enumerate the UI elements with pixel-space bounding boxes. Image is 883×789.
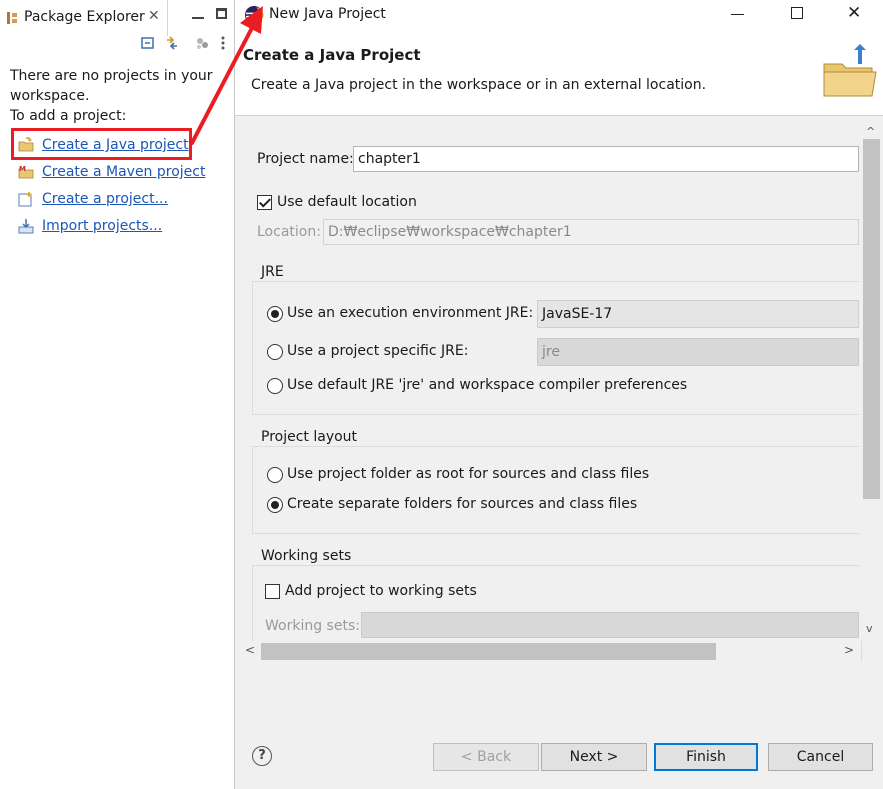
project-specific-jre-select[interactable]: jre xyxy=(537,338,859,366)
project-name-input[interactable]: chapter1 xyxy=(353,146,859,172)
horizontal-scrollbar[interactable]: < > xyxy=(235,641,859,662)
working-sets-group-title: Working sets xyxy=(261,548,356,564)
package-explorer-icon xyxy=(7,12,17,24)
new-project-icon xyxy=(18,192,32,207)
default-jre-label: Use default JRE 'jre' and workspace comp… xyxy=(287,377,688,393)
project-root-radio[interactable] xyxy=(267,467,283,483)
jre-group-title: JRE xyxy=(261,264,288,280)
maven-project-icon: M xyxy=(18,165,34,179)
vertical-scroll-thumb[interactable] xyxy=(863,139,880,499)
location-label: Location: xyxy=(257,224,321,240)
separate-folders-radio[interactable] xyxy=(267,497,283,513)
help-icon[interactable]: ? xyxy=(252,746,272,766)
minimize-icon[interactable] xyxy=(731,14,744,15)
wizard-button-bar: ? < Back Next > Finish Cancel xyxy=(235,662,883,789)
package-explorer-tabbar: Package Explorer ✕ xyxy=(0,0,234,36)
link-with-editor-icon[interactable] xyxy=(164,35,180,51)
scroll-down-icon[interactable]: v xyxy=(866,622,873,635)
view-menu-icon[interactable] xyxy=(220,35,226,51)
maximize-icon[interactable] xyxy=(216,8,227,19)
message-line: workspace. xyxy=(10,88,90,104)
scroll-right-icon[interactable]: > xyxy=(844,643,854,657)
package-explorer-title: Package Explorer xyxy=(24,9,145,25)
project-layout-group xyxy=(252,446,862,534)
scroll-left-icon[interactable]: < xyxy=(245,643,255,657)
eclipse-icon xyxy=(245,6,264,24)
vertical-scrollbar[interactable]: ^ v xyxy=(859,117,883,641)
next-button[interactable]: Next > xyxy=(541,743,647,771)
new-java-project-dialog: New Java Project ✕ Create a Java Project… xyxy=(235,0,883,789)
dialog-title: New Java Project xyxy=(269,6,386,22)
project-specific-jre-label: Use a project specific JRE: xyxy=(287,343,469,359)
back-button[interactable]: < Back xyxy=(433,743,539,771)
add-to-working-sets-checkbox[interactable] xyxy=(265,584,280,599)
dialog-titlebar: New Java Project ✕ xyxy=(235,0,883,30)
annotation-highlight-box xyxy=(11,128,192,160)
project-layout-group-title: Project layout xyxy=(261,429,362,445)
link-label[interactable]: Import projects... xyxy=(42,215,162,237)
java-project-wizard-icon xyxy=(823,44,877,97)
exec-env-select[interactable]: JavaSE-17 xyxy=(537,300,859,328)
working-sets-select[interactable] xyxy=(361,612,859,638)
package-explorer-tab[interactable]: Package Explorer ✕ xyxy=(0,0,168,36)
message-line: There are no projects in your xyxy=(10,68,213,84)
filter-icon[interactable] xyxy=(194,35,210,51)
exec-env-jre-radio[interactable] xyxy=(267,306,283,322)
maximize-icon[interactable] xyxy=(791,7,803,19)
svg-text:M: M xyxy=(19,165,26,173)
finish-button[interactable]: Finish xyxy=(654,743,758,771)
wizard-page: Project name: chapter1 Use default locat… xyxy=(235,117,883,662)
cancel-button[interactable]: Cancel xyxy=(768,743,873,771)
close-icon[interactable]: ✕ xyxy=(148,8,160,24)
default-jre-radio[interactable] xyxy=(267,378,283,394)
horizontal-scroll-thumb[interactable] xyxy=(261,643,716,660)
message-line: To add a project: xyxy=(10,108,127,124)
separate-folders-label: Create separate folders for sources and … xyxy=(287,496,638,512)
import-icon xyxy=(18,219,34,234)
wizard-banner: Create a Java Project Create a Java proj… xyxy=(235,30,883,116)
link-label[interactable]: Create a Maven project xyxy=(42,161,205,183)
scroll-up-icon[interactable]: ^ xyxy=(866,125,875,138)
location-input[interactable]: D:₩eclipse₩workspace₩chapter1 xyxy=(323,219,859,245)
wizard-title: Create a Java Project xyxy=(243,46,421,64)
link-label[interactable]: Create a project... xyxy=(42,188,168,210)
project-root-label: Use project folder as root for sources a… xyxy=(287,466,650,482)
collapse-all-icon[interactable] xyxy=(140,35,156,51)
wizard-description: Create a Java project in the workspace o… xyxy=(251,77,707,93)
minimize-icon[interactable] xyxy=(192,9,204,19)
project-name-label: Project name: xyxy=(257,151,354,167)
project-specific-jre-radio[interactable] xyxy=(267,344,283,360)
package-explorer-panel: Package Explorer ✕ There are no projects… xyxy=(0,0,235,789)
add-to-working-sets-label: Add project to working sets xyxy=(285,583,477,599)
use-default-location-label: Use default location xyxy=(277,194,417,210)
use-default-location-checkbox[interactable] xyxy=(257,195,272,210)
no-projects-message: There are no projects in your workspace.… xyxy=(10,66,232,126)
working-sets-label: Working sets: xyxy=(265,618,360,634)
close-icon[interactable]: ✕ xyxy=(847,3,861,23)
exec-env-jre-label: Use an execution environment JRE: xyxy=(287,305,534,321)
